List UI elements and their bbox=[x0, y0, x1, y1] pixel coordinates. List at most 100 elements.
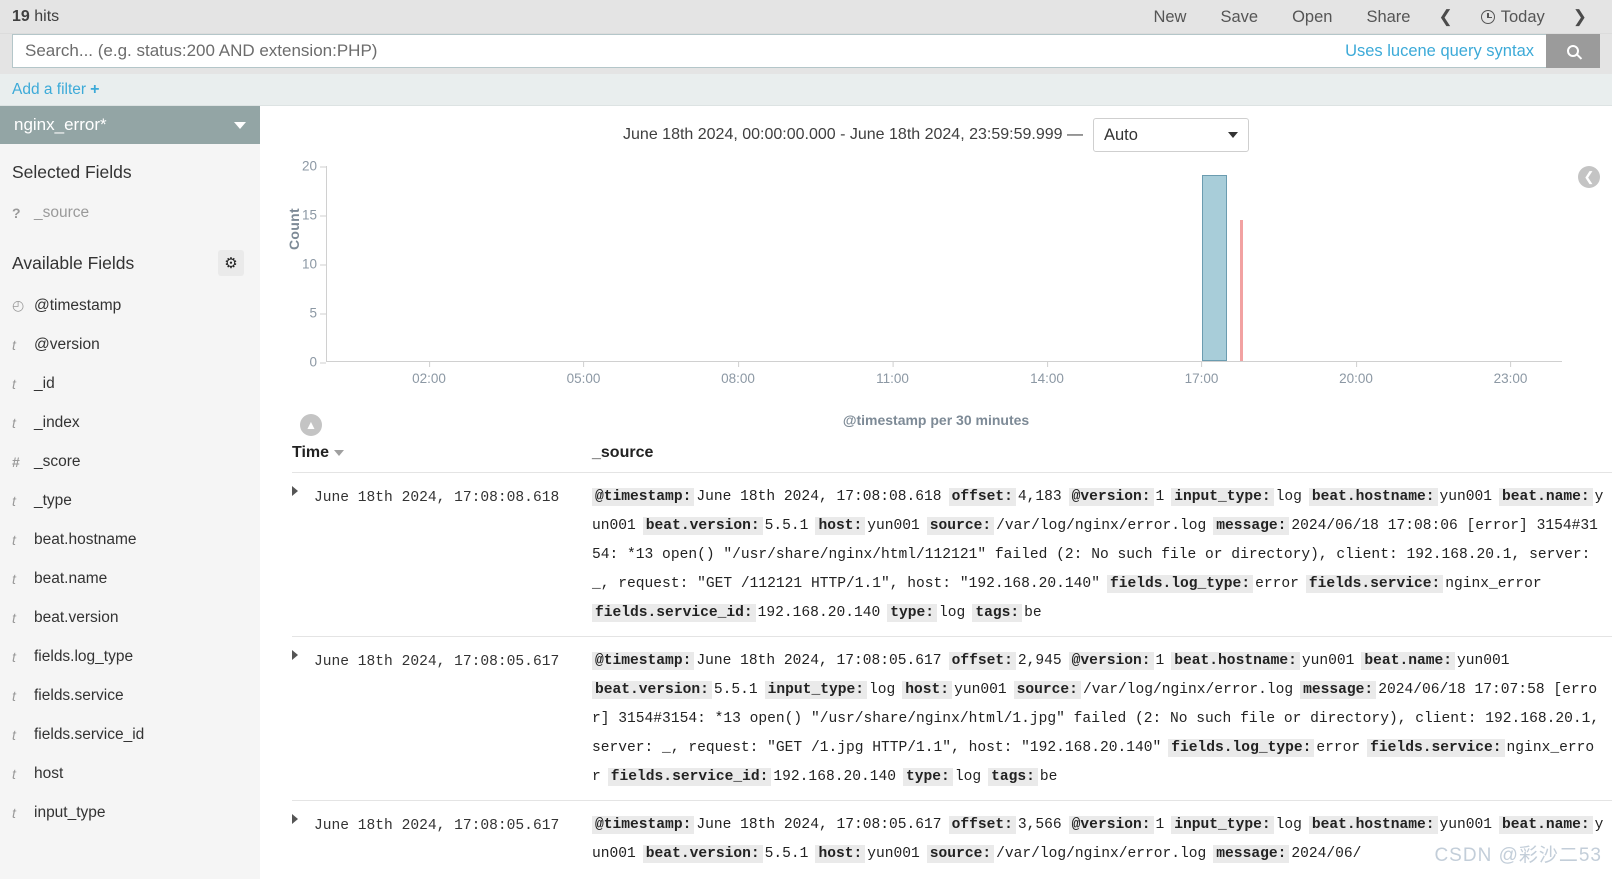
sidebar-field--id[interactable]: t _id bbox=[0, 364, 260, 403]
source-field-key: source: bbox=[926, 845, 995, 863]
histogram-chart[interactable]: Count 0 5 10 15 20 02:00 05:00 08:00 11:00 14:00 1… bbox=[278, 158, 1600, 436]
source-field-key: beat.version: bbox=[642, 517, 763, 535]
table-row[interactable]: June 18th 2024, 17:08:05.617 @timestamp: J… bbox=[292, 800, 1612, 877]
x-axis-tick: 17:00 bbox=[1185, 362, 1218, 386]
selected-field-source[interactable]: ? _source bbox=[0, 193, 260, 232]
share-button[interactable]: Share bbox=[1349, 0, 1427, 34]
chart-collapse-up-icon[interactable]: ▲ bbox=[300, 414, 322, 436]
column-header-time[interactable]: Time bbox=[292, 444, 592, 462]
time-picker-button[interactable]: Today bbox=[1464, 0, 1562, 34]
source-field-key: tags: bbox=[972, 604, 1023, 622]
chart-collapse-left-icon[interactable]: ❮ bbox=[1578, 166, 1600, 188]
add-filter-button[interactable]: Add a filter + bbox=[12, 81, 99, 99]
expand-row-button[interactable] bbox=[292, 647, 314, 792]
source-field-key: offset: bbox=[948, 652, 1016, 670]
chevron-right-icon[interactable] bbox=[292, 486, 298, 496]
y-axis-line bbox=[326, 166, 327, 362]
y-axis-tick: 20 bbox=[302, 159, 327, 174]
sidebar-field-beat-name[interactable]: t beat.name bbox=[0, 559, 260, 598]
search-submit-button[interactable] bbox=[1546, 34, 1600, 68]
source-field-value: /var/log/nginx/error.log bbox=[1082, 682, 1294, 698]
field-label: _index bbox=[34, 413, 80, 431]
source-field-value: 1 bbox=[1155, 817, 1165, 833]
open-button[interactable]: Open bbox=[1275, 0, 1349, 34]
selected-fields-title: Selected Fields bbox=[12, 162, 132, 182]
source-field-value: June 18th 2024, 17:08:08.618 bbox=[696, 489, 942, 505]
field-label: fields.service_id bbox=[34, 725, 145, 743]
source-field-key: message: bbox=[1213, 845, 1290, 863]
sidebar-field--type[interactable]: t _type bbox=[0, 481, 260, 520]
sidebar-field-fields-service-id[interactable]: t fields.service_id bbox=[0, 715, 260, 754]
source-field-key: host: bbox=[902, 681, 953, 699]
chart-plot-area[interactable]: 0 5 10 15 20 02:00 05:00 08:00 11:00 14:00 17:00 20… bbox=[302, 159, 1562, 386]
time-next-icon[interactable]: ❯ bbox=[1562, 0, 1598, 34]
string-type-icon: t bbox=[12, 609, 16, 626]
chevron-down-icon bbox=[234, 121, 246, 129]
chevron-down-icon bbox=[1227, 132, 1238, 138]
field-label: beat.hostname bbox=[34, 530, 137, 548]
source-field-key: @timestamp: bbox=[592, 816, 695, 834]
sidebar-field--timestamp[interactable]: ◴ @timestamp bbox=[0, 286, 260, 325]
string-type-icon: t bbox=[12, 414, 16, 431]
string-type-icon: t bbox=[12, 726, 16, 743]
field-label: fields.log_type bbox=[34, 647, 134, 665]
source-field-key: input_type: bbox=[1171, 488, 1274, 506]
filter-bar: Add a filter + bbox=[0, 74, 1612, 106]
interval-value: Auto bbox=[1103, 125, 1138, 144]
query-bar: Uses lucene query syntax bbox=[0, 34, 1612, 74]
sidebar-field-beat-hostname[interactable]: t beat.hostname bbox=[0, 520, 260, 559]
sidebar-field-beat-version[interactable]: t beat.version bbox=[0, 598, 260, 637]
source-field-value: log bbox=[869, 682, 896, 698]
source-field-value: log bbox=[1275, 817, 1302, 833]
interval-select[interactable]: Auto bbox=[1092, 118, 1249, 152]
histogram-bar[interactable] bbox=[1201, 174, 1228, 361]
chevron-right-icon[interactable] bbox=[292, 814, 298, 824]
expand-row-button[interactable] bbox=[292, 811, 314, 869]
source-field-key: offset: bbox=[948, 488, 1016, 506]
new-button[interactable]: New bbox=[1136, 0, 1203, 34]
source-field-value: yun001 bbox=[867, 518, 920, 534]
source-field-key: offset: bbox=[948, 816, 1016, 834]
source-field-value: yun001 bbox=[867, 846, 920, 862]
clock-icon bbox=[1480, 9, 1495, 24]
index-pattern-label: nginx_error* bbox=[14, 115, 107, 134]
sidebar-field-input-type[interactable]: t input_type bbox=[0, 793, 260, 832]
sidebar-field-fields-service[interactable]: t fields.service bbox=[0, 676, 260, 715]
source-field-value: June 18th 2024, 17:08:05.617 bbox=[696, 653, 942, 669]
source-field-value: 5.5.1 bbox=[713, 682, 758, 698]
source-field-value: 1 bbox=[1155, 489, 1165, 505]
search-input[interactable] bbox=[12, 34, 1546, 68]
source-field-value: 3,566 bbox=[1017, 817, 1062, 833]
time-prev-icon[interactable]: ❮ bbox=[1427, 0, 1463, 34]
source-field-value: error bbox=[1316, 740, 1361, 756]
index-pattern-selector[interactable]: nginx_error* bbox=[0, 106, 260, 144]
hit-count-label: hits bbox=[34, 7, 60, 25]
documents-table: Time _source June 18th 2024, 17:08:08.61… bbox=[260, 444, 1612, 877]
source-field-value: 4,183 bbox=[1017, 489, 1062, 505]
source-field-value: 5.5.1 bbox=[764, 518, 809, 534]
source-field-value: June 18th 2024, 17:08:05.617 bbox=[696, 817, 942, 833]
chevron-right-icon[interactable] bbox=[292, 650, 298, 660]
chart-header: June 18th 2024, 00:00:00.000 - June 18th… bbox=[260, 106, 1612, 152]
expand-row-button[interactable] bbox=[292, 483, 314, 628]
table-row[interactable]: June 18th 2024, 17:08:08.618 @timestamp: J… bbox=[292, 472, 1612, 636]
sidebar-field-host[interactable]: t host bbox=[0, 754, 260, 793]
sort-desc-icon[interactable] bbox=[334, 450, 345, 456]
x-axis-tick: 11:00 bbox=[876, 362, 909, 386]
save-button[interactable]: Save bbox=[1203, 0, 1275, 34]
sidebar-field--version[interactable]: t @version bbox=[0, 325, 260, 364]
source-field-key: host: bbox=[815, 845, 866, 863]
sidebar-field-fields-log-type[interactable]: t fields.log_type bbox=[0, 637, 260, 676]
field-label: host bbox=[34, 764, 64, 782]
sidebar-field--index[interactable]: t _index bbox=[0, 403, 260, 442]
table-row[interactable]: June 18th 2024, 17:08:05.617 @timestamp: J… bbox=[292, 636, 1612, 800]
string-type-icon: t bbox=[12, 804, 16, 821]
sidebar-field--score[interactable]: # _score bbox=[0, 442, 260, 481]
gear-icon[interactable]: ⚙ bbox=[218, 250, 244, 276]
table-rows: June 18th 2024, 17:08:08.618 @timestamp: J… bbox=[292, 472, 1612, 877]
source-field-key: type: bbox=[887, 604, 938, 622]
y-axis-label: Count bbox=[286, 208, 302, 250]
field-label: input_type bbox=[34, 803, 106, 821]
source-field-key: fields.log_type: bbox=[1106, 575, 1254, 593]
column-header-source: _source bbox=[592, 444, 654, 461]
